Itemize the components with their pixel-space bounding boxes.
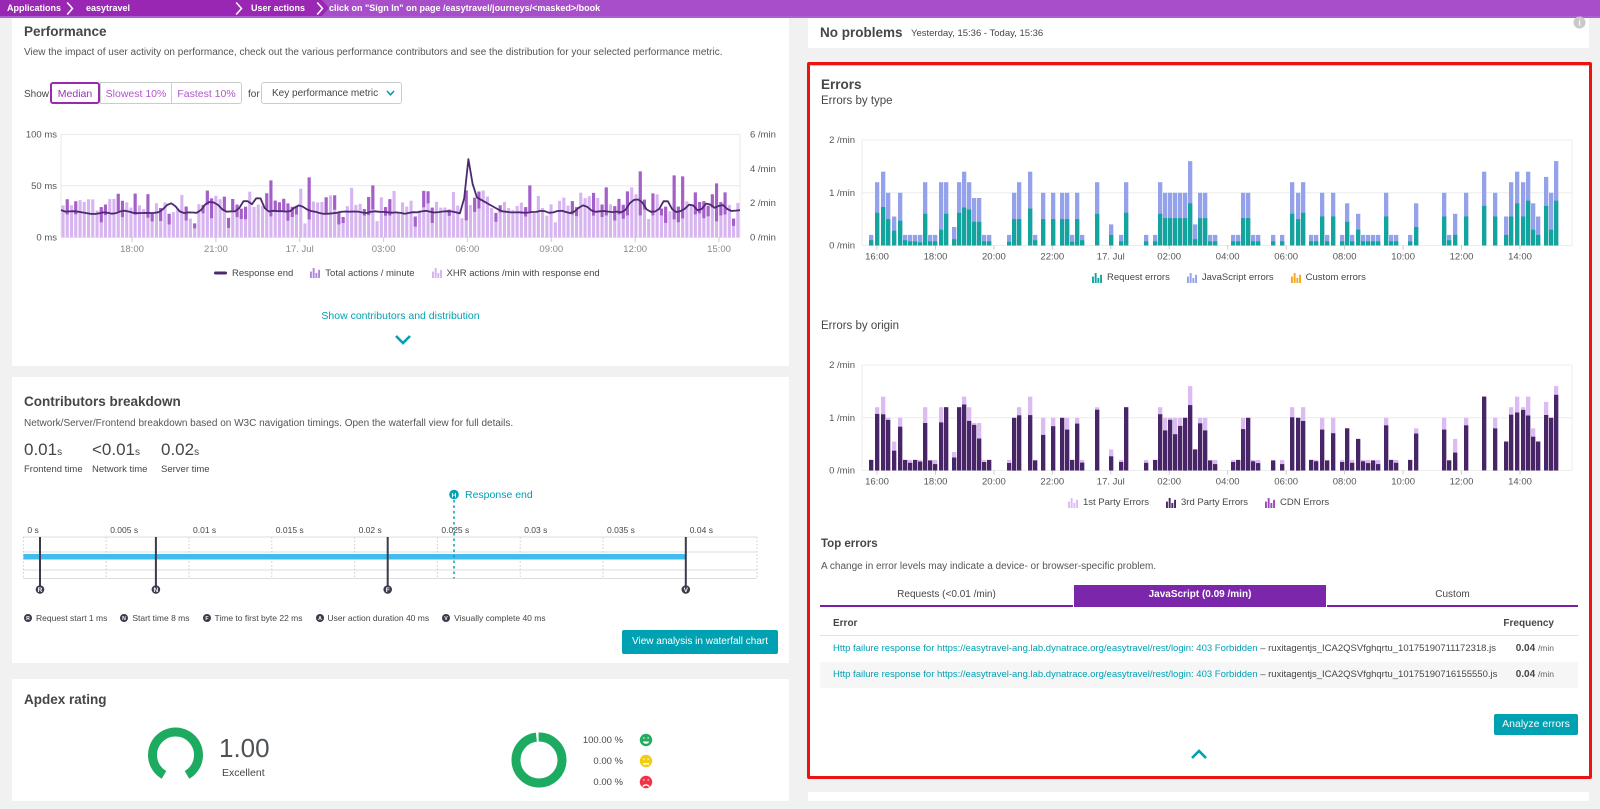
svg-text:F: F [205,616,208,622]
svg-text:V: V [444,616,448,622]
svg-text:A: A [318,616,322,622]
svg-text:N: N [122,616,126,622]
svg-text:R: R [26,616,30,622]
